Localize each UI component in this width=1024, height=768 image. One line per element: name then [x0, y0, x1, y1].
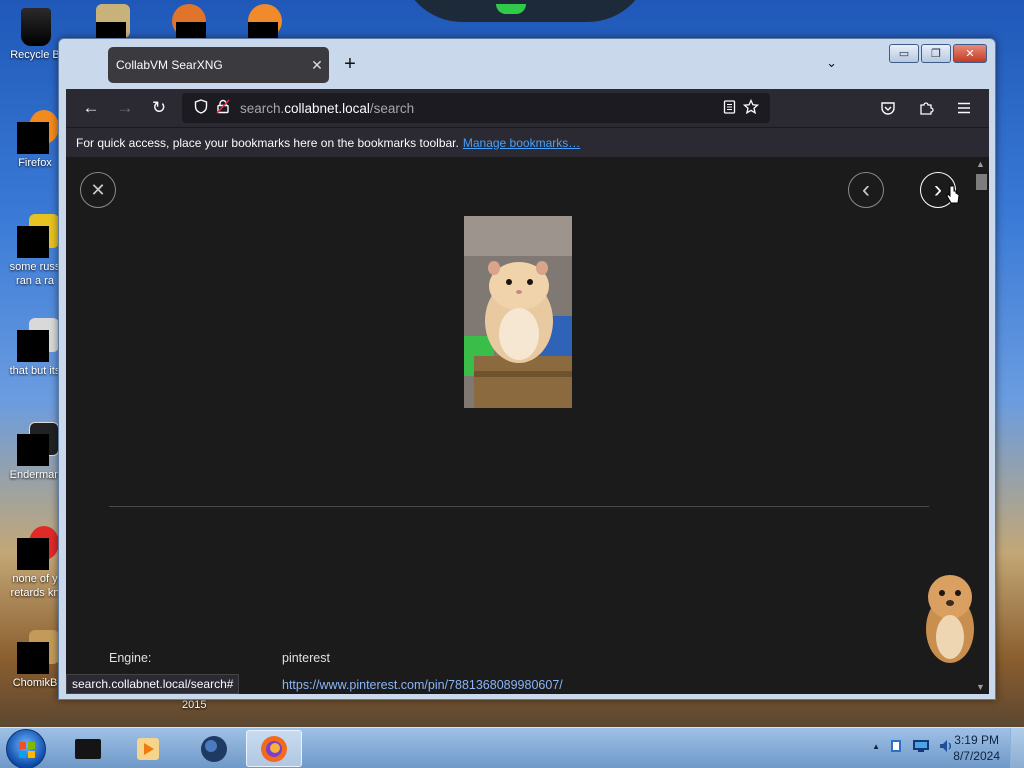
media-player-icon — [137, 737, 159, 760]
close-viewer-button[interactable]: ✕ — [80, 172, 116, 208]
desktop-icon-label: ChomikB — [12, 677, 58, 689]
engine-label: Engine: — [109, 651, 152, 665]
desktop-icon-recycle-bin[interactable]: Recycle B — [4, 6, 66, 62]
hamster-overlay-sticker — [918, 567, 974, 672]
link-status-bar: search.collabnet.local/search# — [66, 674, 240, 694]
scroll-up-arrow-icon[interactable]: ▲ — [976, 159, 985, 169]
firefox-icon — [261, 735, 287, 762]
desktop-icon-label: Enderman — [9, 469, 61, 481]
firefox-icon — [17, 110, 59, 154]
desktop-icon-document[interactable]: some russ ran a ra — [4, 214, 66, 288]
desktop-icon-stacked[interactable]: that but its — [4, 318, 66, 378]
scroll-down-arrow-icon[interactable]: ▼ — [976, 682, 985, 692]
tab-title: CollabVM SearXNG — [116, 58, 223, 72]
vertical-scrollbar[interactable]: ▲ ▼ — [974, 157, 989, 694]
taskbar-app-terminal[interactable] — [60, 730, 116, 767]
back-button[interactable]: ← — [74, 93, 108, 123]
image-viewer-panel: ✕ ‹ › Engine: pinterest https://www.pint… — [66, 157, 974, 694]
bookmark-star-icon[interactable] — [740, 98, 762, 118]
clock-date: 8/7/2024 — [953, 749, 1000, 763]
bookmarks-toolbar: For quick access, place your bookmarks h… — [66, 127, 989, 157]
url-text[interactable]: search.collabnet.local/search — [240, 101, 414, 116]
windows-logo-icon — [19, 742, 35, 758]
reader-view-icon[interactable] — [718, 99, 740, 117]
url-path: /search — [369, 100, 415, 116]
bookmarks-hint-text: For quick access, place your bookmarks h… — [76, 135, 459, 150]
url-subdomain: search. — [240, 100, 285, 116]
action-center-flag-icon[interactable] — [888, 738, 904, 754]
minimize-button[interactable]: ▭ — [889, 44, 919, 63]
insecure-lock-icon[interactable] — [212, 99, 234, 117]
hamster-icon — [17, 630, 59, 674]
desktop-icon-label-line2: retards kn — [10, 587, 60, 599]
url-domain: collabnet.local — [284, 100, 370, 116]
black-box-icon — [75, 738, 101, 759]
system-tray: ▲ — [872, 738, 954, 754]
shield-icon[interactable] — [190, 99, 212, 117]
pocket-icon[interactable] — [871, 93, 905, 123]
chevron-left-icon: ‹ — [862, 176, 870, 203]
desktop-icon-label: that but its — [9, 365, 61, 377]
stacked-windows-icon — [17, 318, 59, 362]
content-divider — [109, 506, 929, 507]
desktop-icon-label: some russ — [9, 261, 61, 273]
app-menu-hamburger-icon[interactable] — [947, 93, 981, 123]
close-button[interactable]: ✕ — [953, 44, 987, 63]
speaker-volume-icon[interactable] — [938, 738, 954, 754]
taskbar-app-media-player[interactable] — [120, 730, 176, 767]
manage-bookmarks-link[interactable]: Manage bookmarks… — [463, 136, 580, 150]
close-icon: ✕ — [90, 179, 106, 200]
desktop-icon-top-2[interactable] — [172, 4, 206, 44]
forward-button[interactable]: → — [108, 93, 142, 123]
desktop-icon-label-line2: ran a ra — [16, 275, 54, 287]
mouse-pointer-hand-icon — [946, 185, 960, 210]
desktop-icon-opera[interactable]: none of y retards kn — [4, 526, 66, 600]
taskbar: ▲ 3:19 PM 8/7/2024 — [0, 727, 1024, 768]
show-hidden-icons-icon[interactable]: ▲ — [872, 742, 880, 751]
start-button[interactable] — [6, 729, 46, 768]
desktop-icon-label: Firefox — [18, 157, 52, 169]
result-image-hamster[interactable] — [464, 216, 572, 408]
network-icon[interactable] — [912, 738, 930, 754]
result-source-link[interactable]: https://www.pinterest.com/pin/7881368089… — [282, 678, 563, 692]
desktop-icon-label: none of y — [12, 573, 58, 585]
document-icon — [17, 214, 59, 258]
new-tab-button[interactable]: + — [340, 53, 360, 76]
list-all-tabs-icon[interactable]: ⌄ — [826, 55, 837, 71]
window-icon — [17, 422, 59, 466]
previous-image-button[interactable]: ‹ — [848, 172, 884, 208]
chevron-right-icon: › — [934, 176, 942, 203]
taskbar-app-firefox[interactable] — [246, 730, 302, 767]
globe-icon — [201, 735, 227, 762]
desktop-icon-top-3[interactable] — [248, 4, 282, 44]
desktop-icon-firefox[interactable]: Firefox — [4, 110, 66, 170]
scroll-thumb[interactable] — [976, 174, 987, 190]
clock-time: 3:19 PM — [954, 733, 999, 747]
window-controls: ▭ ❐ ✕ — [889, 44, 987, 63]
recycle-bin-icon — [17, 6, 53, 46]
desktop-icon-top-1[interactable] — [96, 4, 130, 44]
browser-window: CollabVM SearXNG ✕ + ⌄ ▭ ❐ ✕ ← → ↻ searc… — [58, 38, 996, 700]
opera-icon — [17, 526, 59, 570]
show-desktop-button[interactable] — [1010, 728, 1024, 768]
tab-close-icon[interactable]: ✕ — [305, 57, 329, 74]
desktop-year-label: 2015 — [182, 699, 207, 711]
desktop-icon-chomik[interactable]: ChomikB — [4, 630, 66, 690]
maximize-button[interactable]: ❐ — [921, 44, 951, 63]
tab-collabvm-searxng[interactable]: CollabVM SearXNG ✕ — [108, 47, 329, 83]
extensions-puzzle-icon[interactable] — [909, 93, 943, 123]
browser-frame: ← → ↻ search.collabnet.local/search For … — [66, 89, 989, 694]
desktop-icon-label: Recycle B — [10, 49, 60, 61]
gadget-light — [496, 4, 526, 14]
navigation-toolbar: ← → ↻ search.collabnet.local/search — [66, 89, 989, 127]
reload-button[interactable]: ↻ — [142, 93, 176, 123]
toolbar-right — [871, 93, 981, 123]
desktop-gadget — [400, 0, 650, 22]
address-bar[interactable]: search.collabnet.local/search — [182, 93, 770, 123]
engine-value: pinterest — [282, 651, 330, 665]
taskbar-clock[interactable]: 3:19 PM 8/7/2024 — [953, 732, 1000, 764]
desktop-icon-enderman[interactable]: Enderman — [4, 422, 66, 482]
taskbar-app-globe[interactable] — [186, 730, 242, 767]
